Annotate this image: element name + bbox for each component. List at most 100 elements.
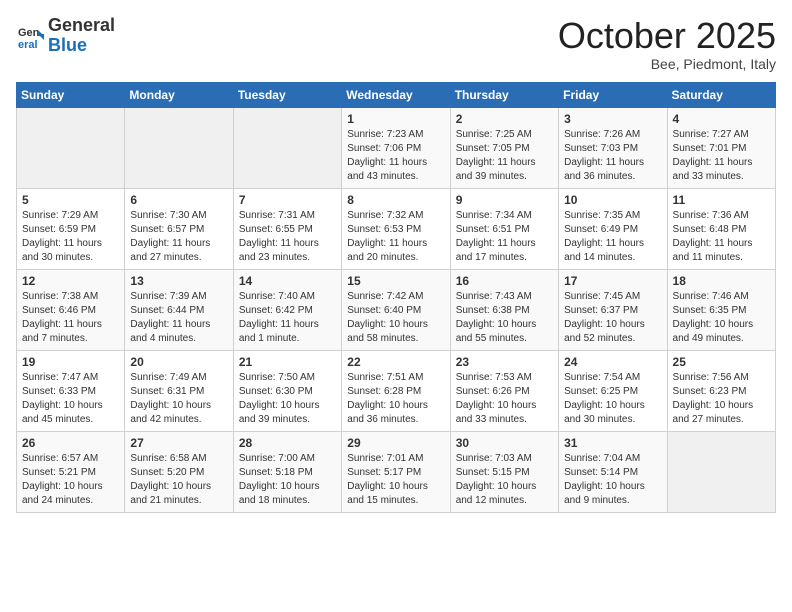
day-info: Sunrise: 7:47 AM Sunset: 6:33 PM Dayligh… <box>22 371 119 427</box>
day-header-monday: Monday <box>125 82 233 107</box>
day-number: 21 <box>239 355 336 369</box>
calendar-cell: 6 Sunrise: 7:30 AM Sunset: 6:57 PM Daylig… <box>125 188 233 269</box>
day-header-friday: Friday <box>559 82 667 107</box>
day-info: Sunrise: 7:51 AM Sunset: 6:28 PM Dayligh… <box>347 371 444 427</box>
calendar-cell: 2 Sunrise: 7:25 AM Sunset: 7:05 PM Daylig… <box>450 107 558 188</box>
day-number: 11 <box>673 193 770 207</box>
day-info: Sunrise: 7:38 AM Sunset: 6:46 PM Dayligh… <box>22 290 119 346</box>
day-info: Sunrise: 7:04 AM Sunset: 5:14 PM Dayligh… <box>564 452 661 508</box>
calendar-cell: 14 Sunrise: 7:40 AM Sunset: 6:42 PM Dayli… <box>233 269 341 350</box>
day-number: 25 <box>673 355 770 369</box>
calendar-cell: 23Sunrise: 7:53 AM Sunset: 6:26 PM Dayli… <box>450 350 558 431</box>
day-number: 4 <box>673 112 770 126</box>
day-number: 12 <box>22 274 119 288</box>
calendar-cell: 1 Sunrise: 7:23 AM Sunset: 7:06 PM Daylig… <box>342 107 450 188</box>
day-info: Sunrise: 7:27 AM Sunset: 7:01 PM Dayligh… <box>673 128 770 184</box>
day-info: Sunrise: 7:23 AM Sunset: 7:06 PM Dayligh… <box>347 128 444 184</box>
day-info: Sunrise: 7:01 AM Sunset: 5:17 PM Dayligh… <box>347 452 444 508</box>
calendar-cell: 8 Sunrise: 7:32 AM Sunset: 6:53 PM Daylig… <box>342 188 450 269</box>
calendar-cell: 9Sunrise: 7:34 AM Sunset: 6:51 PM Daylig… <box>450 188 558 269</box>
day-info: Sunrise: 7:35 AM Sunset: 6:49 PM Dayligh… <box>564 209 661 265</box>
calendar-cell: 4 Sunrise: 7:27 AM Sunset: 7:01 PM Daylig… <box>667 107 775 188</box>
day-info: Sunrise: 7:45 AM Sunset: 6:37 PM Dayligh… <box>564 290 661 346</box>
day-number: 31 <box>564 436 661 450</box>
day-header-tuesday: Tuesday <box>233 82 341 107</box>
day-info: Sunrise: 7:54 AM Sunset: 6:25 PM Dayligh… <box>564 371 661 427</box>
location: Bee, Piedmont, Italy <box>558 56 776 72</box>
month-title: October 2025 <box>558 16 776 56</box>
calendar-cell: 15 Sunrise: 7:42 AM Sunset: 6:40 PM Dayli… <box>342 269 450 350</box>
calendar-week-row: 1 Sunrise: 7:23 AM Sunset: 7:06 PM Daylig… <box>17 107 776 188</box>
day-info: Sunrise: 7:39 AM Sunset: 6:44 PM Dayligh… <box>130 290 227 346</box>
day-info: Sunrise: 7:31 AM Sunset: 6:55 PM Dayligh… <box>239 209 336 265</box>
calendar-header-row: SundayMondayTuesdayWednesdayThursdayFrid… <box>17 82 776 107</box>
day-info: Sunrise: 7:46 AM Sunset: 6:35 PM Dayligh… <box>673 290 770 346</box>
day-number: 15 <box>347 274 444 288</box>
page-header: Gen eral General Blue October 2025 Bee, … <box>16 16 776 72</box>
calendar-cell: 13 Sunrise: 7:39 AM Sunset: 6:44 PM Dayli… <box>125 269 233 350</box>
calendar-cell: 24Sunrise: 7:54 AM Sunset: 6:25 PM Dayli… <box>559 350 667 431</box>
day-number: 20 <box>130 355 227 369</box>
logo: Gen eral General Blue <box>16 16 115 56</box>
calendar-cell: 21 Sunrise: 7:50 AM Sunset: 6:30 PM Dayli… <box>233 350 341 431</box>
calendar-week-row: 5Sunrise: 7:29 AM Sunset: 6:59 PM Daylig… <box>17 188 776 269</box>
logo-text: General Blue <box>48 16 115 56</box>
day-number: 13 <box>130 274 227 288</box>
day-header-sunday: Sunday <box>17 82 125 107</box>
day-info: Sunrise: 7:26 AM Sunset: 7:03 PM Dayligh… <box>564 128 661 184</box>
calendar-cell <box>125 107 233 188</box>
day-number: 14 <box>239 274 336 288</box>
day-info: Sunrise: 7:34 AM Sunset: 6:51 PM Dayligh… <box>456 209 553 265</box>
day-info: Sunrise: 7:03 AM Sunset: 5:15 PM Dayligh… <box>456 452 553 508</box>
calendar-cell <box>667 431 775 512</box>
day-info: Sunrise: 7:00 AM Sunset: 5:18 PM Dayligh… <box>239 452 336 508</box>
day-info: Sunrise: 7:50 AM Sunset: 6:30 PM Dayligh… <box>239 371 336 427</box>
day-info: Sunrise: 6:57 AM Sunset: 5:21 PM Dayligh… <box>22 452 119 508</box>
day-info: Sunrise: 7:30 AM Sunset: 6:57 PM Dayligh… <box>130 209 227 265</box>
day-number: 1 <box>347 112 444 126</box>
day-info: Sunrise: 6:58 AM Sunset: 5:20 PM Dayligh… <box>130 452 227 508</box>
calendar-week-row: 26Sunrise: 6:57 AM Sunset: 5:21 PM Dayli… <box>17 431 776 512</box>
day-info: Sunrise: 7:36 AM Sunset: 6:48 PM Dayligh… <box>673 209 770 265</box>
calendar-cell <box>17 107 125 188</box>
day-number: 30 <box>456 436 553 450</box>
day-number: 17 <box>564 274 661 288</box>
calendar-cell: 25Sunrise: 7:56 AM Sunset: 6:23 PM Dayli… <box>667 350 775 431</box>
logo-blue-text: Blue <box>48 36 115 56</box>
day-info: Sunrise: 7:49 AM Sunset: 6:31 PM Dayligh… <box>130 371 227 427</box>
day-number: 8 <box>347 193 444 207</box>
calendar-cell: 22Sunrise: 7:51 AM Sunset: 6:28 PM Dayli… <box>342 350 450 431</box>
title-block: October 2025 Bee, Piedmont, Italy <box>558 16 776 72</box>
day-number: 7 <box>239 193 336 207</box>
calendar-cell: 19 Sunrise: 7:47 AM Sunset: 6:33 PM Dayli… <box>17 350 125 431</box>
calendar-cell: 5Sunrise: 7:29 AM Sunset: 6:59 PM Daylig… <box>17 188 125 269</box>
day-info: Sunrise: 7:29 AM Sunset: 6:59 PM Dayligh… <box>22 209 119 265</box>
day-number: 27 <box>130 436 227 450</box>
day-number: 19 <box>22 355 119 369</box>
day-number: 28 <box>239 436 336 450</box>
day-number: 2 <box>456 112 553 126</box>
calendar-table: SundayMondayTuesdayWednesdayThursdayFrid… <box>16 82 776 513</box>
day-info: Sunrise: 7:40 AM Sunset: 6:42 PM Dayligh… <box>239 290 336 346</box>
svg-text:Gen: Gen <box>18 27 40 39</box>
calendar-cell: 31 Sunrise: 7:04 AM Sunset: 5:14 PM Dayli… <box>559 431 667 512</box>
day-info: Sunrise: 7:43 AM Sunset: 6:38 PM Dayligh… <box>456 290 553 346</box>
calendar-cell: 28 Sunrise: 7:00 AM Sunset: 5:18 PM Dayli… <box>233 431 341 512</box>
day-info: Sunrise: 7:42 AM Sunset: 6:40 PM Dayligh… <box>347 290 444 346</box>
calendar-cell: 7 Sunrise: 7:31 AM Sunset: 6:55 PM Daylig… <box>233 188 341 269</box>
logo-general-text: General <box>48 16 115 36</box>
calendar-cell: 3Sunrise: 7:26 AM Sunset: 7:03 PM Daylig… <box>559 107 667 188</box>
day-info: Sunrise: 7:32 AM Sunset: 6:53 PM Dayligh… <box>347 209 444 265</box>
calendar-cell: 29 Sunrise: 7:01 AM Sunset: 5:17 PM Dayli… <box>342 431 450 512</box>
calendar-week-row: 12 Sunrise: 7:38 AM Sunset: 6:46 PM Dayli… <box>17 269 776 350</box>
day-number: 16 <box>456 274 553 288</box>
calendar-cell: 16 Sunrise: 7:43 AM Sunset: 6:38 PM Dayli… <box>450 269 558 350</box>
calendar-cell <box>233 107 341 188</box>
day-number: 6 <box>130 193 227 207</box>
calendar-cell: 27 Sunrise: 6:58 AM Sunset: 5:20 PM Dayli… <box>125 431 233 512</box>
day-info: Sunrise: 7:25 AM Sunset: 7:05 PM Dayligh… <box>456 128 553 184</box>
calendar-week-row: 19 Sunrise: 7:47 AM Sunset: 6:33 PM Dayli… <box>17 350 776 431</box>
day-number: 29 <box>347 436 444 450</box>
calendar-cell: 17 Sunrise: 7:45 AM Sunset: 6:37 PM Dayli… <box>559 269 667 350</box>
svg-text:eral: eral <box>18 39 38 50</box>
